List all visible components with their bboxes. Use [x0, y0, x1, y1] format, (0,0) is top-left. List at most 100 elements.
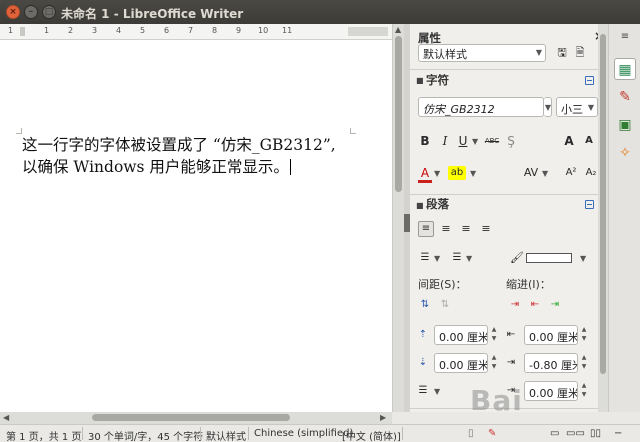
document-text[interactable]: 这一行字的字体被设置成了 “仿宋_GB2312”, 以确保 Windows 用户…	[22, 134, 362, 178]
status-separator	[200, 427, 201, 440]
gallery-tab-icon[interactable]: ▣	[614, 114, 636, 136]
language-status[interactable]: Chinese (simplified)	[254, 428, 353, 439]
below-spacing-value: 0.00 厘米	[439, 359, 488, 372]
bullet-list-icon[interactable]: ☰	[418, 249, 432, 267]
status-separator	[82, 427, 83, 440]
chevron-down-icon[interactable]: ▼	[470, 169, 476, 178]
document-vertical-scrollbar[interactable]: ▲	[392, 24, 404, 412]
increase-spacing-icon[interactable]: ⇅	[418, 296, 432, 314]
font-size-combo[interactable]: 小三 ▼	[556, 97, 598, 117]
above-paragraph-spacing-input[interactable]: 0.00 厘米	[434, 325, 488, 345]
strikethrough-button[interactable]: ABC	[482, 132, 502, 150]
ruler-number: 2	[68, 26, 74, 35]
ruler-number: 6	[164, 26, 170, 35]
horizontal-ruler[interactable]: 1 1 2 3 4 5 6 7 8 9 10 11 12 13	[0, 24, 392, 40]
insert-mode-icon[interactable]: ▯	[468, 428, 474, 439]
ruler-left-margin[interactable]	[20, 27, 25, 36]
align-left-button[interactable]: ≡	[418, 221, 434, 237]
properties-sidebar: 属性 × 默认样式 ▼ 🖫 🗎 ■ 字符 仿宋_GB2312 ▼ 小三 ▼ B …	[410, 24, 608, 412]
italic-button[interactable]: I	[438, 132, 452, 150]
above-spacing-value: 0.00 厘米	[439, 331, 488, 344]
shrink-font-button[interactable]: A	[582, 132, 596, 150]
grow-font-button[interactable]: A	[562, 132, 576, 150]
chevron-down-icon[interactable]: ▼	[434, 387, 440, 396]
window-title: 未命名 1 - LibreOffice Writer	[61, 7, 244, 21]
align-center-icon[interactable]: ≡	[438, 220, 454, 238]
navigator-tab-icon[interactable]: ✧	[614, 142, 636, 164]
document-horizontal-scrollbar[interactable]: ◀ ▶	[0, 412, 392, 424]
scroll-up-icon[interactable]: ▲	[395, 25, 401, 34]
below-paragraph-spacing-icon: ⇣	[418, 357, 428, 368]
new-style-icon[interactable]: 🗎	[572, 44, 588, 62]
line-spacing-icon[interactable]: ☰	[416, 382, 430, 400]
decrease-spacing-icon: ⇅	[440, 299, 450, 310]
highlight-color-icon[interactable]: ab	[448, 166, 466, 180]
below-spacing-spinner[interactable]: ▲ ▼	[488, 353, 500, 373]
before-indent-value: 0.00 厘米	[529, 331, 578, 344]
before-indent-spinner[interactable]: ▲ ▼	[578, 325, 590, 345]
below-paragraph-spacing-input[interactable]: 0.00 厘米	[434, 353, 488, 373]
chevron-down-icon: ▼	[587, 103, 594, 112]
underline-button[interactable]: U	[456, 132, 470, 150]
properties-tab-icon[interactable]: ▦	[614, 58, 636, 80]
font-color-swatch	[418, 180, 432, 183]
ruler-number: 4	[116, 26, 122, 35]
scroll-right-icon[interactable]: ▶	[380, 413, 386, 422]
maximize-window-button[interactable]: □	[42, 5, 56, 19]
first-line-indent-spinner[interactable]: ▲ ▼	[578, 353, 590, 373]
horizontal-scroll-thumb[interactable]	[92, 414, 290, 421]
ruler-right-margin[interactable]	[348, 27, 388, 36]
vertical-scroll-thumb[interactable]	[395, 36, 402, 192]
after-text-indent-input[interactable]: 0.00 厘米	[524, 381, 578, 401]
chevron-down-icon[interactable]: ▼	[434, 169, 440, 178]
document-area[interactable]: 1 1 2 3 4 5 6 7 8 9 10 11 12 13 这一行字的字体被…	[0, 24, 404, 412]
background-color-icon[interactable]: 🖌	[510, 249, 524, 267]
hanging-indent-icon[interactable]: ⇥	[548, 296, 562, 314]
decrease-indent-icon[interactable]: ⇤	[528, 296, 542, 314]
word-count-status[interactable]: 30 个单词/字，45 个字符	[88, 428, 203, 442]
align-justify-icon[interactable]: ≡	[478, 220, 494, 238]
page-style-status[interactable]: 默认样式	[206, 428, 246, 442]
font-name-combo[interactable]: 仿宋_GB2312	[418, 97, 544, 117]
sidebar-menu-icon[interactable]: ≡	[614, 26, 636, 48]
superscript-icon[interactable]: A²	[564, 164, 578, 182]
single-page-view-icon[interactable]: ▭	[550, 428, 559, 439]
increase-indent-icon[interactable]: ⇥	[508, 296, 522, 314]
bold-button[interactable]: B	[418, 132, 432, 150]
above-spacing-spinner[interactable]: ▲ ▼	[488, 325, 500, 345]
paragraph-more-options-icon[interactable]	[585, 200, 594, 209]
character-more-options-icon[interactable]	[585, 76, 594, 85]
close-window-button[interactable]: ×	[6, 5, 20, 19]
zoom-out-icon[interactable]: −	[614, 428, 622, 439]
sidebar-vertical-scrollbar[interactable]	[598, 24, 608, 412]
styles-tab-icon[interactable]: ✎	[614, 86, 636, 108]
collapse-character-icon[interactable]: ■	[416, 76, 424, 85]
book-view-icon[interactable]: ▯▯	[590, 428, 601, 439]
chevron-down-icon[interactable]: ▼	[466, 254, 472, 263]
chevron-down-icon[interactable]: ▼	[542, 169, 548, 178]
page-count-status[interactable]: 第 1 页，共 1 页	[6, 428, 81, 442]
before-text-indent-input[interactable]: 0.00 厘米	[524, 325, 578, 345]
chevron-down-icon[interactable]: ▼	[472, 137, 478, 146]
input-language-status[interactable]: [中文 (简体)]	[342, 428, 401, 442]
minimize-window-button[interactable]: –	[24, 5, 38, 19]
multi-page-view-icon[interactable]: ▭▭	[566, 428, 585, 439]
page-section-title[interactable]: 页面	[426, 410, 449, 412]
scroll-left-icon[interactable]: ◀	[3, 413, 9, 422]
numbered-list-icon[interactable]: ☰	[450, 249, 464, 267]
background-color-swatch[interactable]	[526, 253, 572, 263]
font-name-dropdown[interactable]: ▼	[544, 97, 552, 117]
first-line-indent-input[interactable]: -0.80 厘米	[524, 353, 578, 373]
after-indent-spinner[interactable]: ▲ ▼	[578, 381, 590, 401]
collapse-paragraph-icon[interactable]: ■	[416, 201, 424, 210]
sidebar-scroll-thumb[interactable]	[600, 34, 606, 374]
chevron-down-icon[interactable]: ▼	[580, 254, 586, 263]
document-line: 以确保 Windows 用户能够正常显示。	[22, 158, 289, 176]
update-style-icon[interactable]: 🖫	[554, 44, 570, 62]
chevron-down-icon[interactable]: ▼	[434, 254, 440, 263]
paragraph-style-combo[interactable]: 默认样式 ▼	[418, 44, 546, 62]
shadow-icon[interactable]: Ş	[504, 132, 518, 150]
character-spacing-icon[interactable]: AV	[522, 164, 540, 182]
align-right-icon[interactable]: ≡	[458, 220, 474, 238]
subscript-icon[interactable]: A₂	[584, 164, 598, 182]
